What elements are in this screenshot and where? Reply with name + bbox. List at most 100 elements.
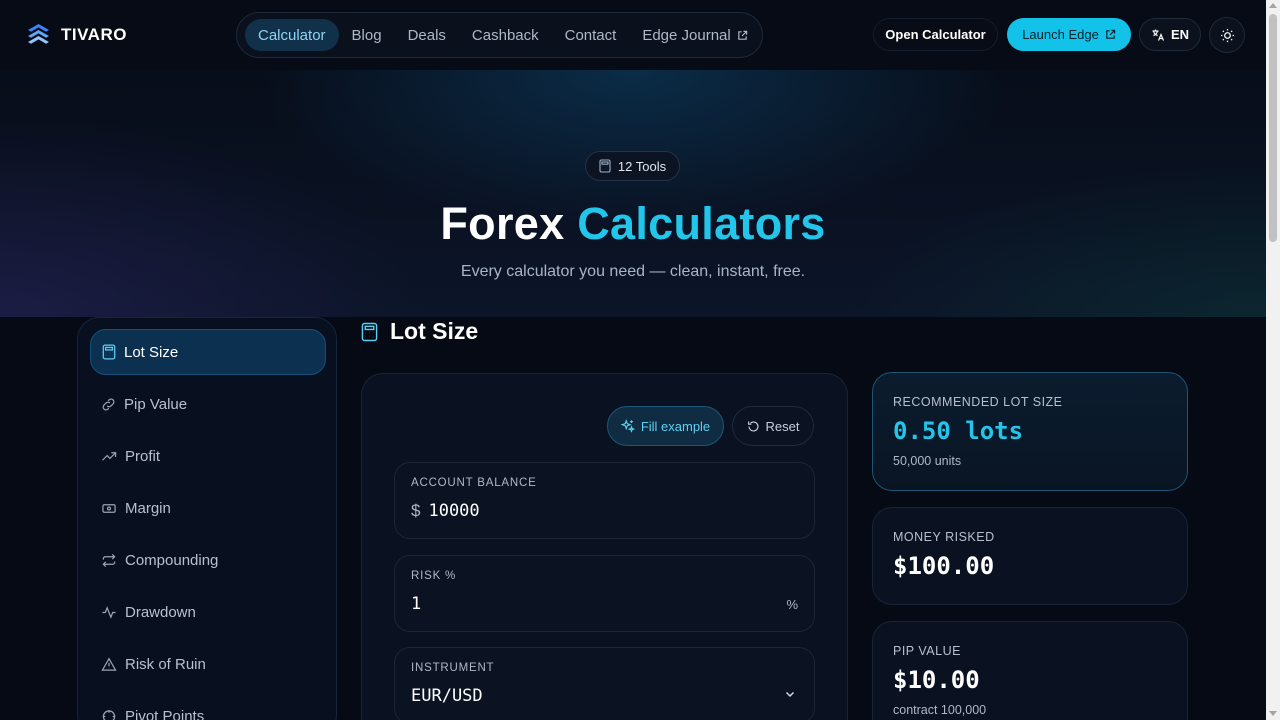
sidebar-item-profit[interactable]: Profit	[90, 433, 326, 479]
result-label: MONEY RISKED	[893, 530, 995, 544]
sparkles-icon	[620, 419, 635, 433]
risk-percent-input[interactable]: 1	[411, 594, 421, 614]
top-navigation-bar: TIVARO Calculator Blog Deals Cashback Co…	[0, 0, 1266, 70]
sidebar-item-risk-of-ruin[interactable]: Risk of Ruin	[90, 641, 326, 687]
warning-icon	[101, 656, 117, 672]
reset-button[interactable]: Reset	[732, 406, 814, 446]
banknote-icon	[101, 501, 117, 516]
section-title-label: Lot Size	[390, 318, 479, 344]
pip-value-card: PIP VALUE $10.00 contract 100,000	[872, 621, 1188, 720]
launch-edge-button[interactable]: Launch Edge	[1007, 18, 1131, 51]
reset-icon	[747, 420, 760, 433]
sidebar-item-label: Pivot Points	[125, 707, 205, 720]
page-title: Forex Calculators	[0, 198, 1266, 250]
pip-value-contract: contract 100,000	[893, 703, 987, 717]
chevron-down-icon[interactable]	[784, 688, 796, 700]
result-label: PIP VALUE	[893, 644, 961, 658]
instrument-value: EUR/USD	[411, 686, 483, 706]
lot-size-value: 0.50 lots	[893, 417, 1024, 445]
nav-deals[interactable]: Deals	[395, 19, 459, 51]
nav-edge-journal[interactable]: Edge Journal	[629, 19, 760, 51]
result-label: RECOMMENDED LOT SIZE	[893, 395, 1063, 409]
lot-size-units: 50,000 units	[893, 454, 962, 468]
recommended-lot-size-card: RECOMMENDED LOT SIZE 0.50 lots 50,000 un…	[872, 372, 1188, 491]
sidebar-item-label: Risk of Ruin	[125, 655, 206, 673]
link-icon	[101, 397, 116, 412]
sidebar-item-margin[interactable]: Margin	[90, 485, 326, 531]
section-title: Lot Size	[361, 318, 478, 345]
nav-cashback-label: Cashback	[471, 26, 539, 44]
calculator-sidebar: Lot Size Pip Value Profit Margin Compoun…	[77, 317, 337, 720]
theme-toggle-button[interactable]	[1209, 17, 1245, 53]
sidebar-item-pivot-points[interactable]: Pivot Points	[90, 693, 326, 720]
nav-cashback[interactable]: Cashback	[459, 19, 552, 51]
sidebar-item-label: Margin	[125, 499, 171, 517]
account-balance-label: ACCOUNT BALANCE	[411, 477, 537, 489]
instrument-select[interactable]: INSTRUMENT EUR/USD	[394, 647, 815, 720]
scroll-up-arrow[interactable]	[1269, 3, 1277, 8]
sidebar-item-label: Lot Size	[124, 343, 179, 361]
nav-contact-label: Contact	[564, 26, 617, 44]
open-calculator-label: Open Calculator	[885, 27, 986, 42]
scroll-down-arrow[interactable]	[1269, 711, 1277, 716]
nav-blog[interactable]: Blog	[339, 19, 395, 51]
sidebar-item-label: Drawdown	[125, 603, 196, 621]
instrument-label: INSTRUMENT	[411, 662, 495, 674]
nav-calculator[interactable]: Calculator	[245, 19, 339, 51]
scrollbar-thumb[interactable]	[1269, 14, 1277, 242]
tools-count-label: 12 Tools	[617, 158, 667, 174]
tools-count-badge: 12 Tools	[585, 151, 680, 181]
account-balance-field[interactable]: ACCOUNT BALANCE $ 10000	[394, 462, 815, 539]
page-subtitle: Every calculator you need — clean, insta…	[460, 263, 806, 280]
sidebar-item-label: Profit	[125, 447, 161, 465]
nav-contact[interactable]: Contact	[552, 19, 630, 51]
calculator-icon	[102, 344, 116, 360]
instrument-value-display[interactable]: EUR/USD	[411, 686, 483, 706]
launch-edge-label: Launch Edge	[1022, 27, 1099, 42]
account-balance-value: 10000	[428, 501, 480, 521]
percent-suffix: %	[786, 597, 798, 612]
fill-example-label: Fill example	[640, 418, 711, 434]
sun-icon	[1220, 28, 1235, 43]
sidebar-item-pip-value[interactable]: Pip Value	[90, 381, 326, 427]
sidebar-item-label: Pip Value	[124, 395, 188, 413]
currency-prefix: $	[411, 501, 421, 520]
activity-icon	[101, 605, 117, 620]
repeat-icon	[101, 553, 117, 568]
pip-value-value: $10.00	[893, 666, 980, 694]
nav-calculator-label: Calculator	[258, 26, 326, 44]
risk-percent-label: RISK %	[411, 570, 457, 582]
translate-icon	[1151, 28, 1165, 42]
calculator-icon	[599, 159, 611, 173]
title-accent: Calculators	[577, 198, 826, 249]
trending-up-icon	[101, 449, 117, 464]
external-link-icon	[1105, 29, 1116, 40]
nav-deals-label: Deals	[407, 26, 446, 44]
reset-label: Reset	[765, 418, 800, 434]
risk-percent-value: 1	[411, 594, 422, 614]
language-label: EN	[1170, 27, 1190, 42]
sidebar-item-drawdown[interactable]: Drawdown	[90, 589, 326, 635]
external-link-icon	[737, 30, 748, 41]
page-scrollbar[interactable]	[1266, 0, 1280, 720]
title-main: Forex	[440, 198, 565, 249]
hero-section: 12 Tools Forex Calculators Every calcula…	[0, 70, 1266, 317]
fill-example-button[interactable]: Fill example	[607, 406, 724, 446]
pivot-icon	[101, 709, 117, 720]
main-nav: Calculator Blog Deals Cashback Contact E…	[236, 12, 763, 58]
open-calculator-button[interactable]: Open Calculator	[873, 18, 998, 51]
brand-logo[interactable]: TIVARO	[26, 22, 127, 47]
sidebar-item-compounding[interactable]: Compounding	[90, 537, 326, 583]
nav-edge-journal-label: Edge Journal	[642, 26, 731, 44]
sidebar-item-lot-size[interactable]: Lot Size	[90, 329, 326, 375]
calculator-icon	[361, 322, 378, 342]
money-risked-value: $100.00	[893, 552, 995, 580]
money-risked-card: MONEY RISKED $100.00	[872, 507, 1188, 605]
logo-icon	[26, 22, 51, 47]
account-balance-input[interactable]: $ 10000	[411, 501, 480, 521]
language-button[interactable]: EN	[1139, 18, 1201, 51]
sidebar-item-label: Compounding	[125, 551, 219, 569]
nav-blog-label: Blog	[351, 26, 382, 44]
risk-percent-field[interactable]: RISK % 1 %	[394, 555, 815, 632]
brand-name: TIVARO	[61, 24, 127, 44]
